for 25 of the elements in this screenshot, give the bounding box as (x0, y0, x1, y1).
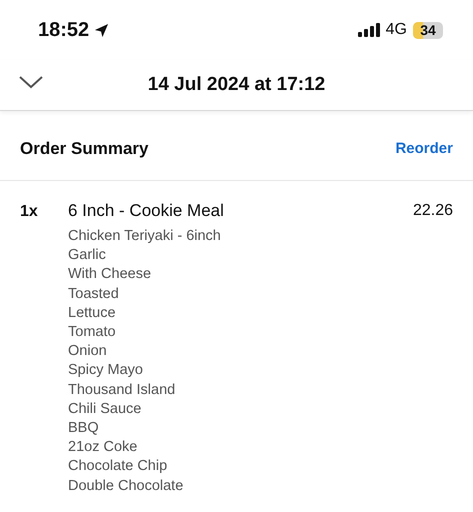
item-option: Thousand Island (68, 380, 413, 400)
item-option: Toasted (68, 284, 413, 304)
item-option: BBQ (68, 419, 413, 438)
item-name: 6 Inch - Cookie Meal (68, 201, 225, 221)
item-option: Tomato (68, 323, 413, 342)
item-price: 22.26 (412, 201, 453, 221)
item-option: Chocolate Chip (68, 457, 413, 477)
collapse-button[interactable] (18, 74, 44, 90)
item-option: Chicken Teriyaki - 6inch (68, 227, 413, 246)
item-option: Garlic (68, 246, 413, 266)
status-time: 18:52 (38, 18, 90, 42)
item-option: Spicy Mayo (68, 361, 413, 381)
item-quantity: 1x (20, 202, 39, 222)
location-arrow-icon (94, 22, 110, 38)
network-label: 4G (386, 21, 407, 39)
header-title: 14 Jul 2024 at 17:12 (148, 74, 326, 96)
item-option: Onion (68, 342, 413, 362)
section-title: Order Summary (20, 138, 148, 158)
item-option: Double Chocolate (68, 476, 413, 496)
item-option: Chili Sauce (68, 400, 413, 420)
item-option: With Cheese (68, 265, 413, 285)
item-option: Lettuce (68, 304, 413, 324)
signal-icon (358, 23, 380, 37)
reorder-link[interactable]: Reorder (395, 134, 453, 157)
item-option: 21oz Coke (68, 438, 413, 458)
